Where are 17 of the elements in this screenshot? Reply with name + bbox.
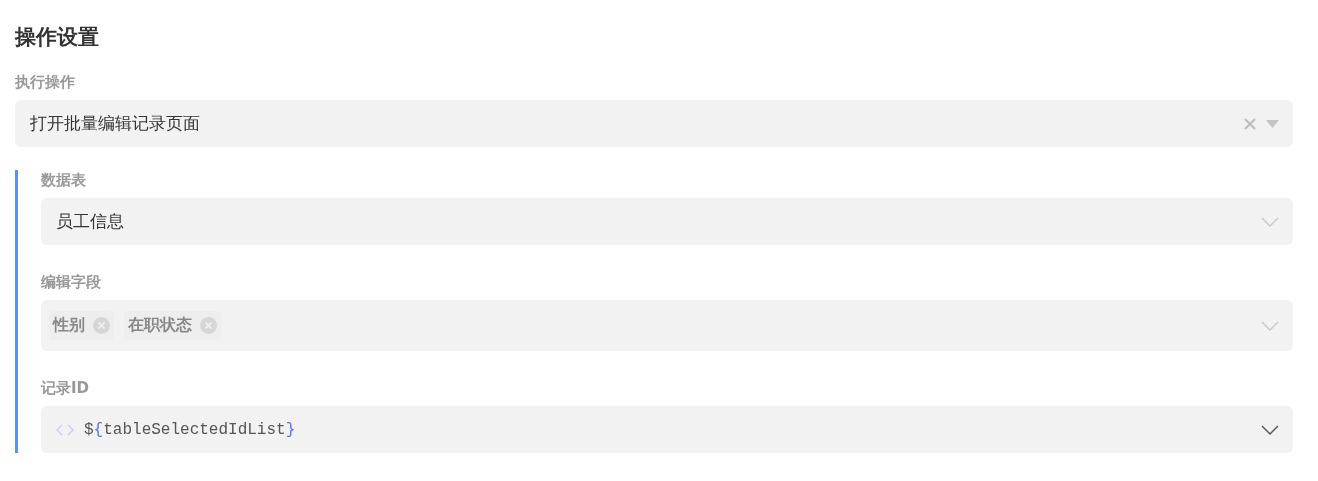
dropdown-triangle-icon[interactable] (1266, 119, 1279, 128)
field-label: 编辑字段 (41, 272, 102, 292)
expression-text: ${tableSelectedIdList} (84, 420, 297, 439)
expression-field[interactable]: ${tableSelectedIdList} (41, 406, 1293, 453)
code-icon (56, 423, 74, 436)
field-tag: 在职状态 (124, 311, 221, 340)
action-select[interactable]: 打开批量编辑记录页面 (15, 100, 1293, 147)
field-tag: 性别 (49, 311, 114, 340)
field-label: 数据表 (41, 170, 87, 190)
chevron-down-icon[interactable] (1261, 424, 1279, 435)
clear-icon[interactable] (1244, 117, 1256, 130)
select-field[interactable]: 员工信息 (41, 198, 1293, 245)
remove-tag-icon[interactable] (93, 317, 110, 334)
field-label: 执行操作 (15, 72, 76, 92)
remove-tag-icon[interactable] (200, 317, 217, 334)
field-label: 记录ID (41, 378, 91, 398)
section-title: 操作设置 (15, 24, 100, 51)
